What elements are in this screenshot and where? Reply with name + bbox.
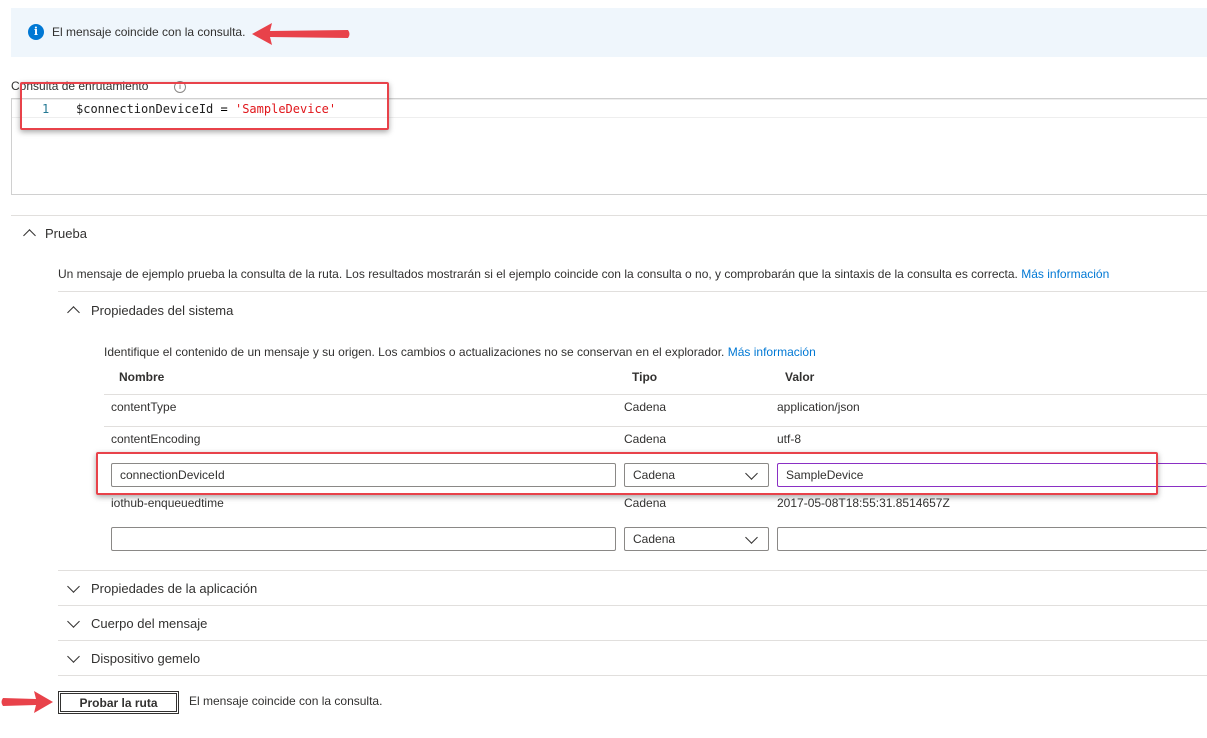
row-type: Cadena — [624, 432, 667, 446]
test-description-text: Un mensaje de ejemplo prueba la consulta… — [58, 267, 1018, 281]
divider — [104, 426, 1207, 427]
highlight-box-query — [20, 82, 389, 130]
divider — [11, 215, 1207, 216]
column-header-type: Tipo — [632, 370, 658, 384]
chevron-down-icon[interactable] — [67, 650, 80, 663]
row-name: iothub-enqueuedtime — [111, 496, 224, 510]
system-props-more-info-link[interactable]: Más información — [728, 345, 816, 359]
system-props-description-text: Identifique el contenido de un mensaje y… — [104, 345, 725, 359]
test-route-button[interactable]: Probar la ruta — [58, 691, 179, 714]
divider — [58, 675, 1207, 676]
device-twin-title[interactable]: Dispositivo gemelo — [91, 651, 200, 666]
test-more-info-link[interactable]: Más información — [1021, 267, 1109, 281]
divider — [58, 570, 1207, 571]
chevron-up-icon[interactable] — [23, 229, 36, 242]
row-name: contentType — [111, 400, 177, 414]
chevron-down-icon[interactable] — [67, 615, 80, 628]
test-section-title[interactable]: Prueba — [45, 226, 87, 241]
new-property-value-input[interactable] — [777, 527, 1207, 551]
new-property-type-select[interactable]: Cadena — [624, 527, 769, 551]
row-value: utf-8 — [777, 432, 802, 446]
system-props-title[interactable]: Propiedades del sistema — [91, 303, 233, 318]
highlight-box-row — [96, 452, 1158, 495]
row-name: contentEncoding — [111, 432, 201, 446]
new-property-type-selected: Cadena — [633, 532, 676, 546]
divider — [104, 394, 1207, 395]
test-description: Un mensaje de ejemplo prueba la consulta… — [58, 267, 1109, 281]
chevron-down-icon — [745, 531, 758, 544]
info-icon: i — [28, 24, 44, 40]
column-header-name: Nombre — [119, 370, 165, 384]
banner-message: El mensaje coincide con la consulta. — [52, 25, 246, 39]
row-value: application/json — [777, 400, 860, 414]
chevron-down-icon[interactable] — [67, 580, 80, 593]
new-property-name-input[interactable] — [111, 527, 616, 551]
annotation-arrow-icon — [1, 691, 53, 713]
column-header-value: Valor — [785, 370, 815, 384]
app-props-title[interactable]: Propiedades de la aplicación — [91, 581, 257, 596]
test-result-message: El mensaje coincide con la consulta. — [189, 694, 383, 708]
row-value: 2017-05-08T18:55:31.8514657Z — [777, 496, 950, 510]
info-banner: i El mensaje coincide con la consulta. — [11, 8, 1207, 57]
test-route-button-label: Probar la ruta — [60, 693, 177, 712]
row-type: Cadena — [624, 496, 667, 510]
divider — [58, 291, 1207, 292]
divider — [58, 605, 1207, 606]
chevron-up-icon[interactable] — [67, 306, 80, 319]
annotation-arrow-icon — [252, 23, 350, 45]
system-props-description: Identifique el contenido de un mensaje y… — [104, 345, 816, 359]
message-body-title[interactable]: Cuerpo del mensaje — [91, 616, 207, 631]
divider — [58, 640, 1207, 641]
row-type: Cadena — [624, 400, 667, 414]
